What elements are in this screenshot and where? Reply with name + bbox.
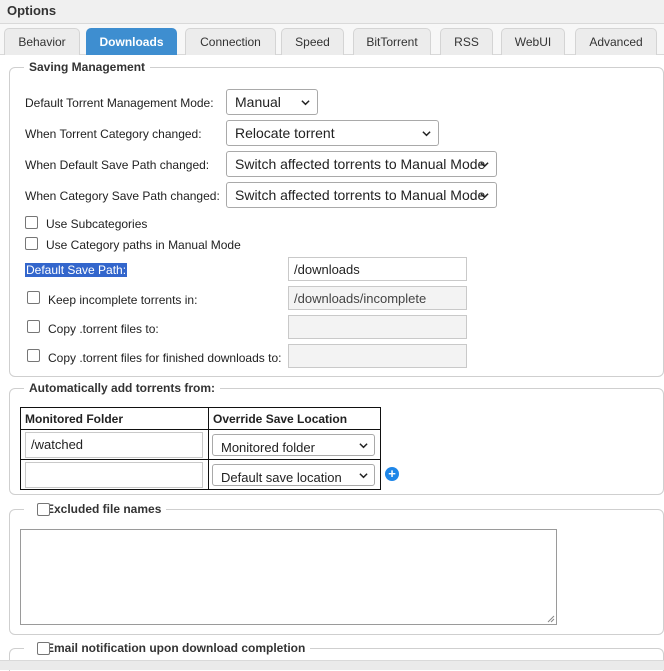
override-location-select[interactable]: Monitored folder — [212, 433, 375, 456]
copy-torrent-checkbox[interactable] — [27, 320, 40, 333]
copy-finished-checkbox[interactable] — [27, 349, 40, 362]
monitored-folders-table: Monitored Folder Override Save Location … — [20, 407, 381, 490]
chevron-down-icon — [480, 162, 489, 168]
copy-torrent-input[interactable] — [288, 315, 467, 339]
category-path-changed-value: Switch affected torrents to Manual Mode — [235, 187, 486, 203]
default-save-path-label: Default Save Path: — [25, 263, 128, 277]
category-changed-select[interactable]: Relocate torrent — [226, 120, 439, 146]
folder-cell — [20, 459, 209, 490]
monitored-folder-header: Monitored Folder — [20, 407, 209, 430]
copy-torrent-label: Copy .torrent files to: — [48, 322, 159, 336]
default-path-changed-select[interactable]: Switch affected torrents to Manual Mode — [226, 151, 497, 177]
monitored-folder-input[interactable] — [25, 461, 203, 488]
location-cell: Default save location — [208, 459, 381, 490]
tab-speed[interactable]: Speed — [281, 28, 344, 55]
chevron-down-icon — [480, 193, 489, 199]
default-path-changed-label: When Default Save Path changed: — [25, 158, 210, 172]
chevron-down-icon — [359, 442, 368, 448]
use-subcategories-checkbox[interactable] — [25, 216, 38, 229]
resize-grip-icon[interactable] — [546, 614, 555, 623]
mode-select[interactable]: Manual — [226, 89, 318, 115]
table-header-row: Monitored Folder Override Save Location — [20, 407, 381, 430]
override-location-select[interactable]: Default save location — [212, 463, 375, 486]
tab-connection[interactable]: Connection — [185, 28, 276, 55]
chevron-down-icon — [422, 131, 431, 137]
mode-label: Default Torrent Management Mode: — [25, 96, 214, 110]
tab-bittorrent[interactable]: BitTorrent — [353, 28, 431, 55]
excluded-files-textarea[interactable] — [20, 529, 557, 625]
window-title-bar: Options — [0, 0, 664, 24]
default-save-path-label-wrap: Default Save Path: — [25, 263, 128, 277]
use-subcategories-label: Use Subcategories — [46, 217, 148, 231]
email-notification-checkbox[interactable] — [37, 642, 50, 655]
use-category-paths-label: Use Category paths in Manual Mode — [46, 238, 241, 252]
email-notification-legend: Email notification upon download complet… — [46, 641, 306, 655]
table-row: Default save location — [20, 459, 381, 490]
keep-incomplete-input[interactable]: /downloads/incomplete — [288, 286, 467, 310]
keep-incomplete-checkbox[interactable] — [27, 291, 40, 304]
category-path-changed-select[interactable]: Switch affected torrents to Manual Mode — [226, 182, 497, 208]
tab-advanced[interactable]: Advanced — [575, 28, 657, 55]
dialog-footer — [0, 660, 664, 670]
tab-behavior[interactable]: Behavior — [4, 28, 80, 55]
window-title: Options — [7, 3, 57, 18]
monitored-folder-input[interactable]: /watched — [25, 431, 203, 458]
override-location-header: Override Save Location — [208, 407, 381, 430]
auto-add-legend: Automatically add torrents from: — [29, 381, 216, 395]
folder-cell: /watched — [20, 429, 209, 460]
chevron-down-icon — [359, 472, 368, 478]
table-row: /watched Monitored folder — [20, 429, 381, 460]
copy-finished-label: Copy .torrent files for finished downloa… — [48, 351, 282, 365]
copy-finished-input[interactable] — [288, 344, 467, 368]
location-cell: Monitored folder — [208, 429, 381, 460]
tab-webui[interactable]: WebUI — [501, 28, 565, 55]
tab-downloads[interactable]: Downloads — [86, 28, 177, 55]
category-changed-value: Relocate torrent — [235, 125, 335, 141]
keep-incomplete-label: Keep incomplete torrents in: — [48, 293, 198, 307]
category-path-changed-label: When Category Save Path changed: — [25, 189, 220, 203]
default-path-changed-value: Switch affected torrents to Manual Mode — [235, 156, 486, 172]
excluded-files-checkbox[interactable] — [37, 503, 50, 516]
category-changed-label: When Torrent Category changed: — [25, 127, 202, 141]
tab-rss[interactable]: RSS — [440, 28, 493, 55]
override-location-value: Default save location — [221, 469, 342, 485]
override-location-value: Monitored folder — [221, 439, 315, 455]
use-category-paths-checkbox[interactable] — [25, 237, 38, 250]
saving-management-legend: Saving Management — [29, 60, 146, 74]
add-folder-plus-icon[interactable]: + — [385, 467, 399, 481]
chevron-down-icon — [301, 100, 310, 106]
default-save-path-input[interactable]: /downloads — [288, 257, 467, 281]
mode-select-value: Manual — [235, 94, 281, 110]
tab-bar: Behavior Downloads Connection Speed BitT… — [0, 24, 664, 55]
